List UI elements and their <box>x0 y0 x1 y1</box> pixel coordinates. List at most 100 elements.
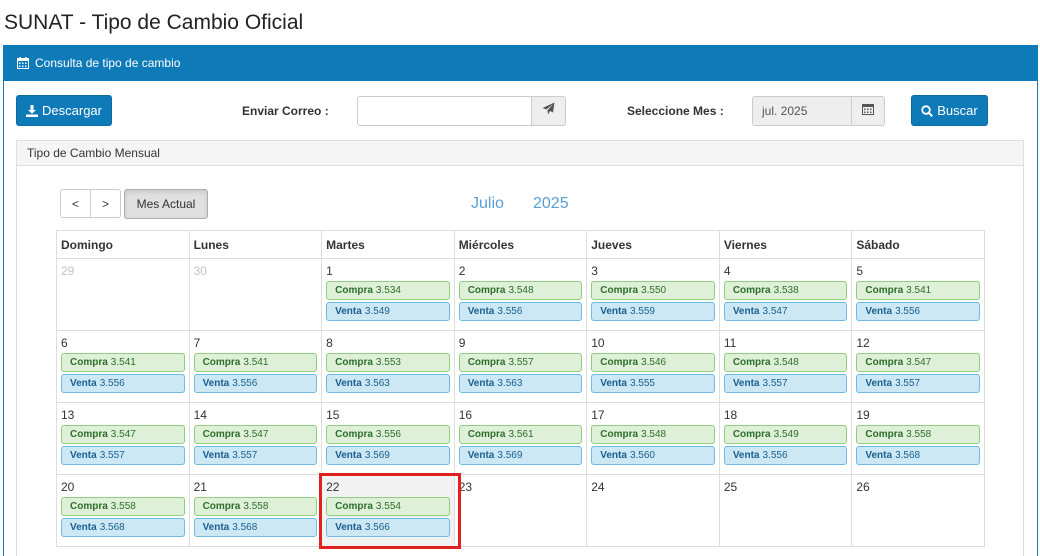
sell-rate-event[interactable]: Venta 3.569 <box>326 446 450 465</box>
buy-rate-label: Compra <box>865 357 904 368</box>
calendar-day-cell[interactable]: 23 <box>453 474 588 547</box>
calendar-day-cell[interactable]: 9 Compra 3.557 Venta 3.563 <box>453 330 588 403</box>
calendar-day-cell[interactable]: 21 Compra 3.558 Venta 3.568 <box>188 474 323 547</box>
buy-rate-event[interactable]: Compra 3.558 <box>193 497 318 516</box>
buy-rate-value: 3.561 <box>508 429 534 440</box>
sell-rate-event[interactable]: Venta 3.556 <box>723 446 848 465</box>
buy-rate-event[interactable]: Compra 3.548 <box>591 425 715 444</box>
calendar-day-cell[interactable]: 22 Compra 3.554 Venta 3.566 <box>321 474 455 547</box>
buy-rate-label: Compra <box>335 501 373 512</box>
month-label: Seleccione Mes : <box>627 104 724 118</box>
next-month-button[interactable]: > <box>91 189 121 218</box>
calendar-day-cell[interactable]: 3 Compra 3.550 Venta 3.559 <box>586 258 720 331</box>
calendar-day-cell[interactable]: 8 Compra 3.553 Venta 3.563 <box>321 330 455 403</box>
calendar-day-cell[interactable]: 25 <box>718 474 853 547</box>
buy-rate-event[interactable]: Compra 3.541 <box>856 281 980 300</box>
buy-rate-event[interactable]: Compra 3.546 <box>591 353 715 372</box>
calendar-day-cell[interactable]: 29 <box>56 258 190 331</box>
buy-rate-label: Compra <box>600 429 639 440</box>
buy-rate-event[interactable]: Compra 3.541 <box>61 353 185 372</box>
sell-rate-value: 3.556 <box>99 378 125 389</box>
sell-rate-event[interactable]: Venta 3.557 <box>193 446 318 465</box>
day-number: 24 <box>591 480 605 494</box>
calendar-day-cell[interactable]: 6 Compra 3.541 Venta 3.556 <box>56 330 190 403</box>
sell-rate-value: 3.555 <box>629 378 655 389</box>
calendar-day-cell[interactable]: 4 Compra 3.538 Venta 3.547 <box>718 258 853 331</box>
buy-rate-event[interactable]: Compra 3.547 <box>61 425 185 444</box>
sell-rate-event[interactable]: Venta 3.557 <box>856 374 980 393</box>
buy-rate-event[interactable]: Compra 3.534 <box>326 281 450 300</box>
calendar-day-cell[interactable]: 20 Compra 3.558 Venta 3.568 <box>56 474 190 547</box>
sell-rate-event[interactable]: Venta 3.557 <box>61 446 185 465</box>
calendar-day-cell[interactable]: 24 <box>586 474 720 547</box>
buy-rate-event[interactable]: Compra 3.557 <box>458 353 583 372</box>
calendar-day-cell[interactable]: 15 Compra 3.556 Venta 3.569 <box>321 402 455 475</box>
calendar-day-cell[interactable]: 2 Compra 3.548 Venta 3.556 <box>453 258 588 331</box>
calendar-day-cell[interactable]: 1 Compra 3.534 Venta 3.549 <box>321 258 455 331</box>
calendar-day-cell[interactable]: 30 <box>188 258 323 331</box>
sell-rate-event[interactable]: Venta 3.556 <box>458 302 583 321</box>
buy-rate-label: Compra <box>732 357 771 368</box>
calendar-day-cell[interactable]: 7 Compra 3.541 Venta 3.556 <box>188 330 323 403</box>
calendar-day-cell[interactable]: 26 <box>851 474 985 547</box>
sell-rate-event[interactable]: Venta 3.547 <box>723 302 848 321</box>
calendar-day-cell[interactable]: 14 Compra 3.547 Venta 3.557 <box>188 402 323 475</box>
buy-rate-value: 3.541 <box>110 357 136 368</box>
calendar-day-cell[interactable]: 19 Compra 3.558 Venta 3.568 <box>851 402 985 475</box>
buy-rate-label: Compra <box>467 429 506 440</box>
sell-rate-event[interactable]: Venta 3.556 <box>61 374 185 393</box>
sell-rate-event[interactable]: Venta 3.568 <box>193 518 318 537</box>
sell-rate-event[interactable]: Venta 3.557 <box>723 374 848 393</box>
buy-rate-event[interactable]: Compra 3.553 <box>326 353 450 372</box>
sell-rate-value: 3.569 <box>364 450 390 461</box>
month-field[interactable]: jul. 2025 <box>752 96 852 126</box>
send-email-button[interactable] <box>531 96 566 126</box>
sell-rate-event[interactable]: Venta 3.555 <box>591 374 715 393</box>
buy-rate-value: 3.558 <box>243 501 269 512</box>
buy-rate-event[interactable]: Compra 3.556 <box>326 425 450 444</box>
sell-rate-event[interactable]: Venta 3.568 <box>61 518 185 537</box>
prev-month-button[interactable]: < <box>60 189 91 218</box>
sell-rate-event[interactable]: Venta 3.556 <box>856 302 980 321</box>
sell-rate-event[interactable]: Venta 3.560 <box>591 446 715 465</box>
buy-rate-event[interactable]: Compra 3.558 <box>61 497 185 516</box>
sell-rate-event[interactable]: Venta 3.549 <box>326 302 450 321</box>
sell-rate-event[interactable]: Venta 3.563 <box>326 374 450 393</box>
sell-rate-value: 3.547 <box>762 306 788 317</box>
calendar-day-cell[interactable]: 16 Compra 3.561 Venta 3.569 <box>453 402 588 475</box>
search-button[interactable]: Buscar <box>911 95 988 126</box>
buy-rate-event[interactable]: Compra 3.541 <box>193 353 318 372</box>
day-number: 10 <box>591 336 605 350</box>
current-month-button[interactable]: Mes Actual <box>124 189 208 219</box>
calendar-day-cell[interactable]: 11 Compra 3.548 Venta 3.557 <box>718 330 853 403</box>
weekday-header: Domingo <box>56 230 190 259</box>
email-field[interactable] <box>357 96 532 126</box>
sell-rate-event[interactable]: Venta 3.559 <box>591 302 715 321</box>
sell-rate-event[interactable]: Venta 3.556 <box>193 374 318 393</box>
buy-rate-event[interactable]: Compra 3.558 <box>856 425 980 444</box>
sell-rate-event[interactable]: Venta 3.563 <box>458 374 583 393</box>
calendar-day-cell[interactable]: 17 Compra 3.548 Venta 3.560 <box>586 402 720 475</box>
buy-rate-event[interactable]: Compra 3.547 <box>856 353 980 372</box>
buy-rate-event[interactable]: Compra 3.548 <box>458 281 583 300</box>
month-picker-button[interactable] <box>851 96 885 126</box>
panel-heading: Consulta de tipo de cambio <box>4 45 1037 81</box>
buy-rate-event[interactable]: Compra 3.538 <box>723 281 848 300</box>
buy-rate-event[interactable]: Compra 3.549 <box>723 425 848 444</box>
sell-rate-event[interactable]: Venta 3.566 <box>326 518 450 537</box>
calendar-day-cell[interactable]: 13 Compra 3.547 Venta 3.557 <box>56 402 190 475</box>
buy-rate-event[interactable]: Compra 3.547 <box>193 425 318 444</box>
sell-rate-label: Venta <box>865 378 893 389</box>
buy-rate-event[interactable]: Compra 3.548 <box>723 353 848 372</box>
calendar-day-cell[interactable]: 18 Compra 3.549 Venta 3.556 <box>718 402 853 475</box>
sell-rate-event[interactable]: Venta 3.569 <box>458 446 583 465</box>
download-button[interactable]: Descargar <box>16 95 112 126</box>
calendar-day-cell[interactable]: 5 Compra 3.541 Venta 3.556 <box>851 258 985 331</box>
buy-rate-event[interactable]: Compra 3.550 <box>591 281 715 300</box>
buy-rate-event[interactable]: Compra 3.561 <box>458 425 583 444</box>
buy-rate-label: Compra <box>335 285 373 296</box>
calendar-day-cell[interactable]: 12 Compra 3.547 Venta 3.557 <box>851 330 985 403</box>
buy-rate-event[interactable]: Compra 3.554 <box>326 497 450 516</box>
sell-rate-event[interactable]: Venta 3.568 <box>856 446 980 465</box>
calendar-day-cell[interactable]: 10 Compra 3.546 Venta 3.555 <box>586 330 720 403</box>
